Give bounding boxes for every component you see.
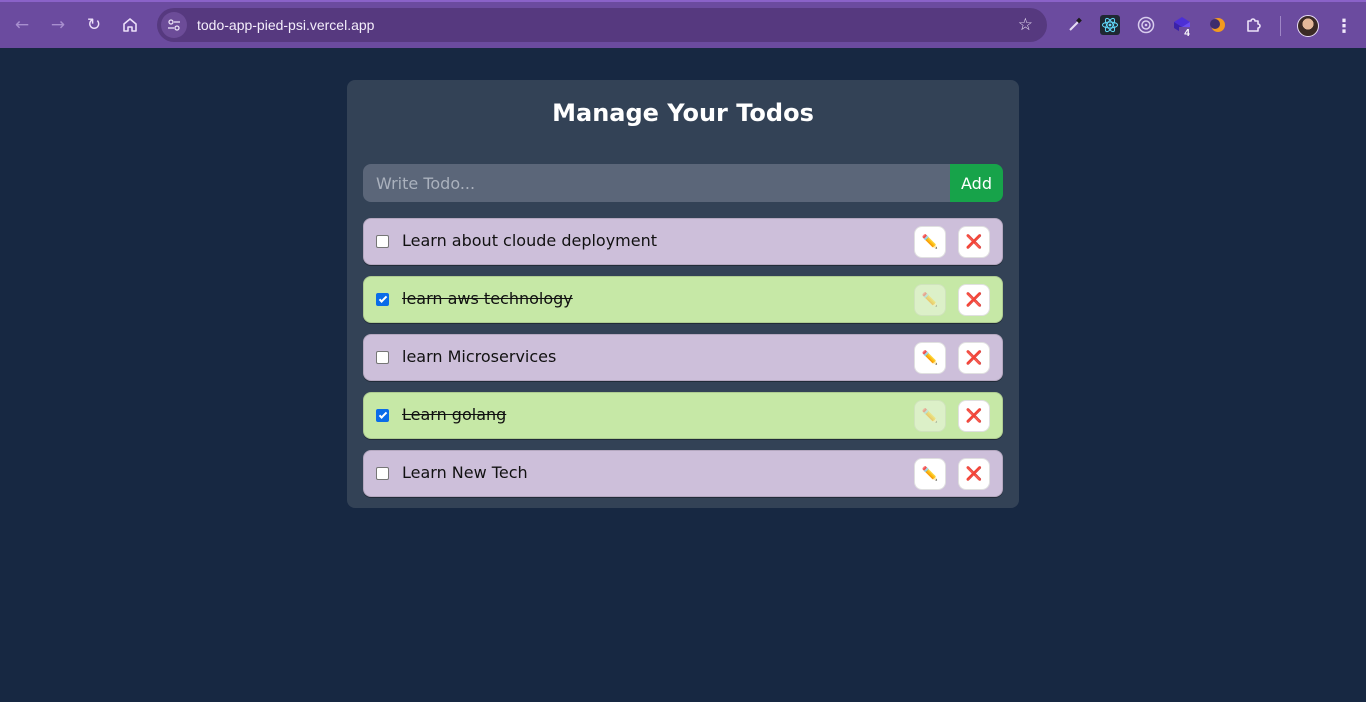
todo-checkbox[interactable] xyxy=(376,235,389,248)
todo-text: learn Microservices xyxy=(402,347,557,366)
profile-avatar[interactable] xyxy=(1297,15,1319,37)
edit-button[interactable]: ✏️ xyxy=(914,342,946,374)
color-picker-icon[interactable] xyxy=(1064,14,1086,36)
todo-item-2: learn aws technology ✏️ ❌ xyxy=(363,276,1003,323)
edit-button[interactable]: ✏️ xyxy=(914,284,946,316)
address-bar[interactable]: todo-app-pied-psi.vercel.app ☆ xyxy=(157,8,1047,42)
close-x-icon: ❌ xyxy=(965,234,983,249)
target-icon[interactable] xyxy=(1135,14,1157,36)
todo-item-5: Learn New Tech ✏️ ❌ xyxy=(363,450,1003,497)
delete-button[interactable]: ❌ xyxy=(958,458,990,490)
pencil-icon: ✏️ xyxy=(921,292,939,307)
todo-checkbox[interactable] xyxy=(376,409,389,422)
pencil-icon: ✏️ xyxy=(921,350,939,365)
todo-card: Manage Your Todos Add Learn about cloude… xyxy=(347,80,1019,508)
delete-button[interactable]: ❌ xyxy=(958,226,990,258)
todo-input[interactable] xyxy=(363,164,950,202)
back-arrow-icon[interactable]: ← xyxy=(8,11,36,39)
todo-list: Learn about cloude deployment ✏️ ❌ learn… xyxy=(363,218,1003,508)
todo-form: Add xyxy=(363,164,1003,202)
react-devtools-icon[interactable] xyxy=(1099,14,1121,36)
close-x-icon: ❌ xyxy=(965,408,983,423)
todo-text: Learn about cloude deployment xyxy=(402,231,658,250)
edit-button[interactable]: ✏️ xyxy=(914,458,946,490)
extension-badge: 4 xyxy=(1179,27,1195,40)
add-button[interactable]: Add xyxy=(950,164,1003,202)
orange-moon-icon[interactable] xyxy=(1207,14,1229,36)
url-text[interactable]: todo-app-pied-psi.vercel.app xyxy=(197,17,374,33)
bookmark-star-icon[interactable]: ☆ xyxy=(1018,15,1033,35)
site-info-icon[interactable] xyxy=(161,12,187,38)
todo-item-4: Learn golang ✏️ ❌ xyxy=(363,392,1003,439)
todo-text: Learn golang xyxy=(402,405,507,424)
delete-button[interactable]: ❌ xyxy=(958,284,990,316)
browser-toolbar: ← → ↻ todo-app-pied-psi.vercel.app ☆ 4 ⋮ xyxy=(0,0,1366,48)
pencil-icon: ✏️ xyxy=(921,408,939,423)
todo-item-3: learn Microservices ✏️ ❌ xyxy=(363,334,1003,381)
todo-text: learn aws technology xyxy=(402,289,573,308)
page-title: Manage Your Todos xyxy=(552,99,814,127)
close-x-icon: ❌ xyxy=(965,292,983,307)
menu-dots-icon[interactable]: ⋮ xyxy=(1334,13,1354,39)
toolbar-divider xyxy=(1280,16,1281,36)
todo-item-1: Learn about cloude deployment ✏️ ❌ xyxy=(363,218,1003,265)
delete-button[interactable]: ❌ xyxy=(958,342,990,374)
todo-checkbox[interactable] xyxy=(376,293,389,306)
close-x-icon: ❌ xyxy=(965,350,983,365)
todo-checkbox[interactable] xyxy=(376,467,389,480)
close-x-icon: ❌ xyxy=(965,466,983,481)
reload-icon[interactable]: ↻ xyxy=(80,11,108,39)
pencil-icon: ✏️ xyxy=(921,466,939,481)
delete-button[interactable]: ❌ xyxy=(958,400,990,432)
edit-button[interactable]: ✏️ xyxy=(914,400,946,432)
todo-checkbox[interactable] xyxy=(376,351,389,364)
home-icon[interactable] xyxy=(116,11,144,39)
edit-button[interactable]: ✏️ xyxy=(914,226,946,258)
puzzle-piece-icon[interactable] xyxy=(1243,14,1265,36)
todo-text: Learn New Tech xyxy=(402,463,528,482)
pencil-icon: ✏️ xyxy=(921,234,939,249)
forward-arrow-icon[interactable]: → xyxy=(44,11,72,39)
